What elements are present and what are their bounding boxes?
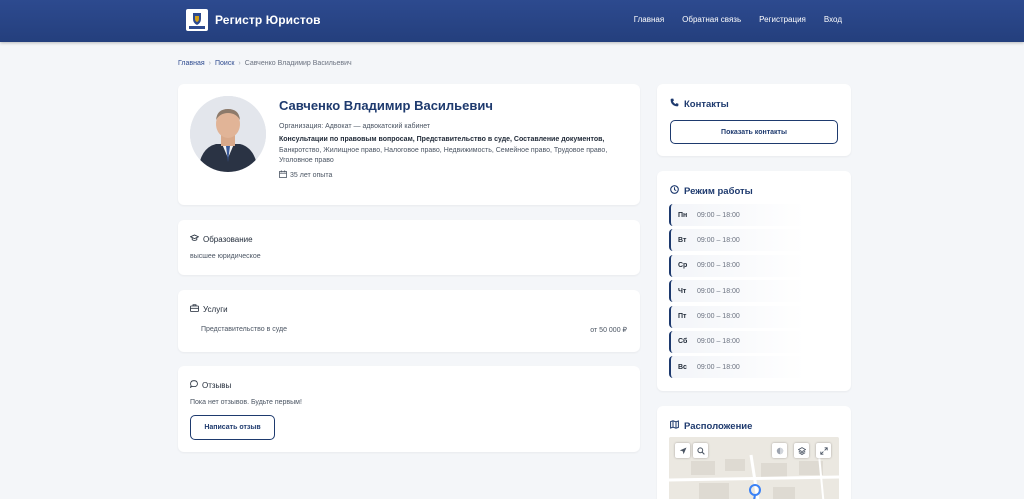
education-card: Образование высшее юридическое (178, 220, 640, 275)
briefcase-icon (190, 304, 199, 314)
breadcrumb-search[interactable]: Поиск (215, 60, 234, 67)
profile-card: Савченко Владимир Васильевич Организация… (178, 84, 640, 205)
breadcrumb-separator: › (238, 60, 241, 67)
hours-row: Пн 09:00 – 18:00 (669, 204, 839, 226)
fullscreen-icon[interactable] (816, 443, 831, 458)
specializations-main: Консультации по правовым вопросам, Предс… (279, 136, 605, 143)
hours-list: Пн 09:00 – 18:00 Вт 09:00 – 18:00 Ср 09:00 … (669, 204, 839, 382)
education-value: высшее юридическое (190, 253, 261, 260)
hours-time: 09:00 – 18:00 (697, 262, 740, 270)
site-header: Регистр Юристов Главная Обратная связь Р… (0, 0, 1024, 42)
hours-title: Режим работы (670, 185, 753, 197)
graduation-cap-icon (189, 234, 200, 244)
service-price: от 50 000 ₽ (590, 327, 627, 334)
breadcrumb: Главная › Поиск › Савченко Владимир Васи… (178, 60, 352, 67)
service-name: Представительство в суде (201, 326, 288, 333)
nav-register[interactable]: Регистрация (759, 15, 806, 24)
services-card: Услуги Представительство в суде от 50 00… (178, 290, 640, 352)
hours-day: Пн (678, 211, 688, 219)
logo-icon (186, 9, 208, 31)
reviews-card: Отзывы Пока нет отзывов. Будьте первым! … (178, 366, 640, 452)
reviews-title: Отзывы (189, 380, 232, 390)
location-card: Расположение (657, 406, 851, 499)
hours-title-text: Режим работы (684, 185, 753, 197)
specializations-other: Банкротство, Жилищное право, Налоговое п… (279, 146, 608, 165)
brand[interactable]: Регистр Юристов (186, 9, 321, 31)
clock-icon (670, 185, 679, 197)
show-contacts-button[interactable]: Показать контакты (670, 120, 838, 144)
nav-login[interactable]: Вход (824, 15, 842, 24)
hours-row: Сб 09:00 – 18:00 (669, 330, 839, 353)
hours-time: 09:00 – 18:00 (697, 363, 740, 371)
hours-row: Пт 09:00 – 18:00 (669, 305, 839, 328)
hours-time: 09:00 – 18:00 (697, 287, 740, 295)
hours-day: Вс (678, 363, 687, 371)
calendar-icon (279, 170, 287, 180)
hours-row: Ср 09:00 – 18:00 (669, 254, 839, 277)
write-review-button[interactable]: Написать отзыв (190, 415, 275, 440)
lawyer-name: Савченко Владимир Васильевич (279, 98, 493, 113)
traffic-icon[interactable] (772, 443, 787, 458)
hours-card: Режим работы Пн 09:00 – 18:00 Вт 09:00 – 1… (657, 171, 851, 391)
locate-icon[interactable] (675, 443, 690, 458)
reviews-title-text: Отзывы (202, 380, 232, 390)
experience-text: 35 лет опыта (290, 171, 333, 179)
services-title-text: Услуги (203, 304, 228, 314)
avatar (190, 96, 266, 172)
contacts-title: Контакты (670, 98, 729, 110)
nav-home[interactable]: Главная (634, 15, 664, 24)
layers-icon[interactable] (794, 443, 809, 458)
hours-time: 09:00 – 18:00 (697, 338, 740, 346)
hours-time: 09:00 – 18:00 (697, 236, 740, 244)
breadcrumb-home[interactable]: Главная (178, 60, 205, 67)
specializations: Консультации по правовым вопросам, Предс… (279, 135, 629, 167)
hours-day: Вт (678, 236, 687, 244)
hours-day: Сб (678, 338, 688, 346)
breadcrumb-separator: › (208, 60, 211, 67)
search-icon[interactable] (693, 443, 708, 458)
hours-time: 09:00 – 18:00 (697, 313, 740, 321)
main-nav: Главная Обратная связь Регистрация Вход (634, 15, 842, 24)
services-title: Услуги (190, 304, 228, 314)
hours-day: Ср (678, 262, 688, 270)
location-title: Расположение (670, 420, 752, 432)
comment-icon (189, 380, 198, 390)
organization: Организация: Адвокат — адвокатский кабин… (279, 123, 431, 130)
phone-icon (670, 98, 679, 110)
hours-day: Чт (678, 287, 687, 295)
reviews-empty-text: Пока нет отзывов. Будьте первым! (190, 399, 302, 406)
map[interactable] (669, 437, 839, 499)
contacts-title-text: Контакты (684, 98, 729, 110)
experience: 35 лет опыта (279, 170, 332, 180)
education-title-text: Образование (203, 234, 253, 244)
location-title-text: Расположение (684, 420, 753, 432)
brand-name: Регистр Юристов (215, 13, 321, 27)
hours-day: Пт (678, 313, 687, 321)
nav-feedback[interactable]: Обратная связь (682, 15, 741, 24)
contacts-card: Контакты Показать контакты (657, 84, 851, 156)
education-title: Образование (189, 234, 253, 244)
map-icon (670, 420, 679, 432)
hours-row: Вс 09:00 – 18:00 (669, 356, 839, 379)
hours-time: 09:00 – 18:00 (697, 211, 740, 219)
breadcrumb-current: Савченко Владимир Васильевич (244, 60, 352, 67)
hours-row: Чт 09:00 – 18:00 (669, 280, 839, 303)
hours-row: Вт 09:00 – 18:00 (669, 229, 839, 252)
